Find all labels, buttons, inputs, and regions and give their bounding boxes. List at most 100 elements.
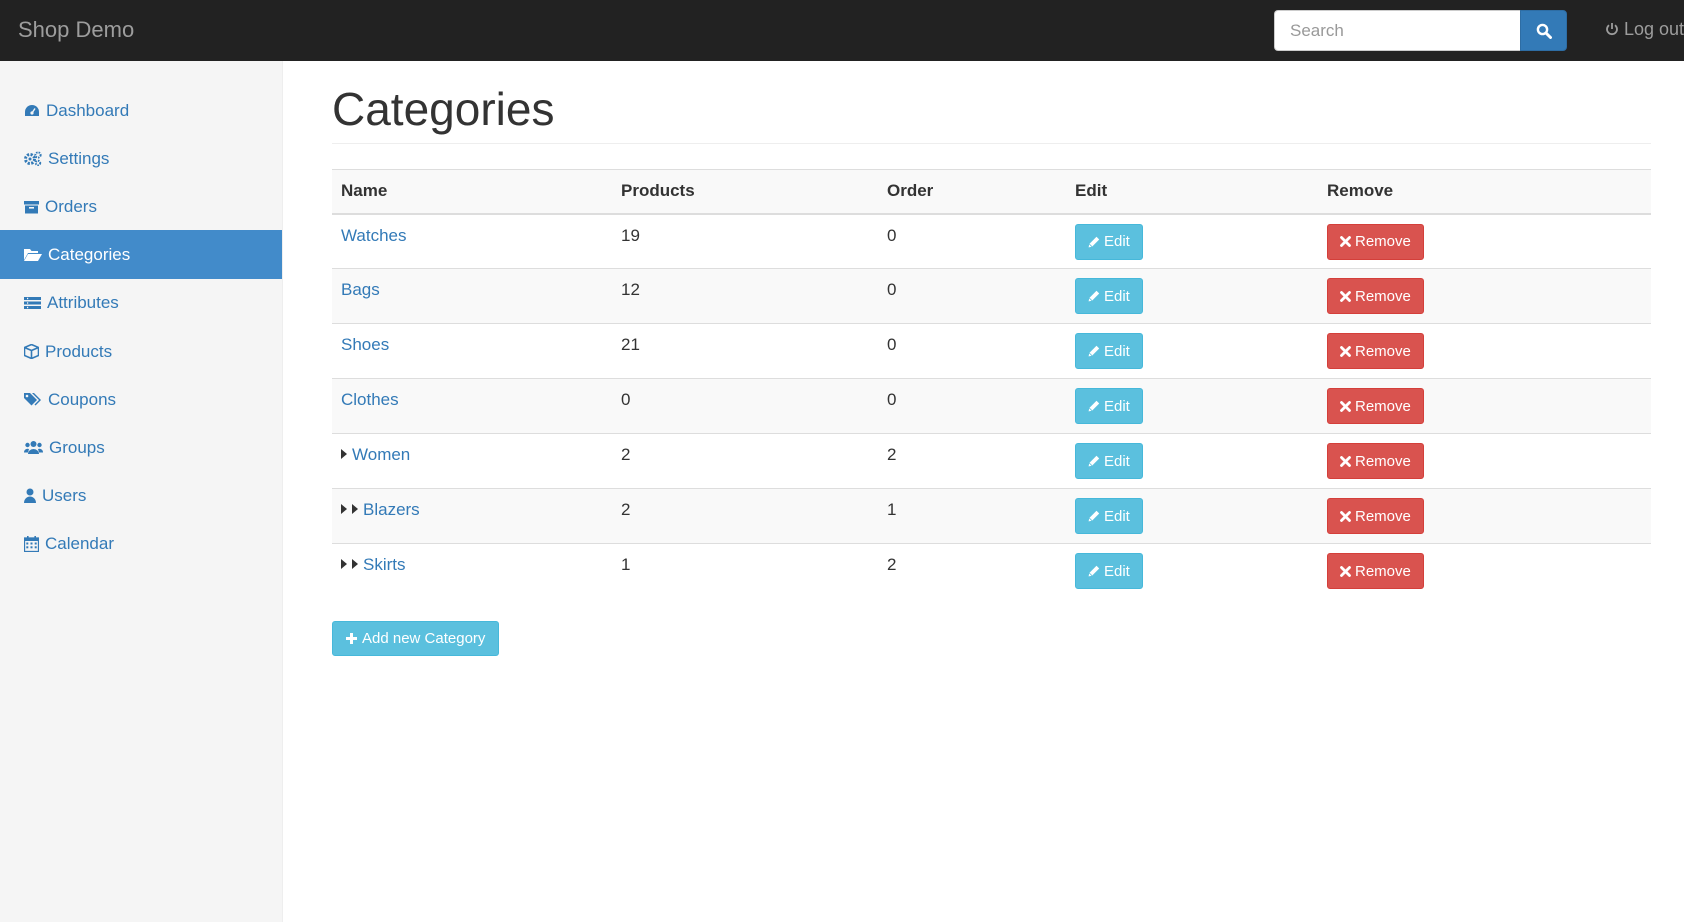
- category-name-link[interactable]: Bags: [341, 280, 380, 299]
- add-category-button[interactable]: Add new Category: [332, 621, 500, 656]
- edit-button[interactable]: Edit: [1075, 498, 1143, 534]
- cell-edit: Edit: [1066, 433, 1318, 489]
- cell-name: Watches: [332, 214, 612, 269]
- remove-button[interactable]: Remove: [1327, 553, 1424, 589]
- products-count: 21: [621, 335, 640, 354]
- caret-right-icon: [341, 449, 347, 459]
- sidebar-item-label: Dashboard: [46, 100, 130, 120]
- pencil-icon: [1088, 510, 1100, 522]
- sidebar-item-dashboard[interactable]: Dashboard: [0, 86, 282, 135]
- table-row: Bags 12 0 Edit Remove: [332, 268, 1651, 324]
- edit-button[interactable]: Edit: [1075, 388, 1143, 424]
- search-group: [1274, 10, 1567, 51]
- cell-remove: Remove: [1318, 543, 1651, 599]
- sidebar-item-settings[interactable]: Settings: [0, 134, 282, 183]
- order-value: 2: [887, 445, 897, 464]
- archive-icon: [24, 200, 39, 213]
- calendar-icon: [24, 535, 39, 552]
- caret-right-icon: [352, 504, 358, 514]
- column-header-name: Name: [332, 169, 612, 215]
- sidebar-item-groups[interactable]: Groups: [0, 423, 282, 472]
- sidebar-item-categories[interactable]: Categories: [0, 230, 282, 279]
- remove-label: Remove: [1355, 287, 1411, 305]
- column-header-edit: Edit: [1066, 169, 1318, 215]
- sidebar-item-coupons[interactable]: Coupons: [0, 375, 282, 424]
- edit-label: Edit: [1104, 233, 1130, 250]
- pencil-icon: [1088, 290, 1100, 302]
- sidebar-item-label: Calendar: [45, 533, 114, 553]
- times-icon: [1340, 565, 1351, 577]
- logout-link[interactable]: Log out: [1605, 18, 1684, 40]
- sidebar-item-label: Products: [45, 341, 113, 361]
- times-icon: [1340, 400, 1351, 412]
- order-value: 0: [887, 390, 897, 409]
- search-button[interactable]: [1520, 10, 1567, 51]
- remove-button[interactable]: Remove: [1327, 498, 1424, 534]
- search-icon: [1536, 23, 1552, 39]
- table-row: Skirts 1 2 Edit Remove: [332, 543, 1651, 599]
- column-header-remove: Remove: [1318, 169, 1651, 215]
- brand-logo[interactable]: Shop Demo: [18, 17, 134, 43]
- times-icon: [1340, 510, 1351, 522]
- sidebar-item-calendar[interactable]: Calendar: [0, 519, 282, 568]
- sidebar-item-label: Attributes: [47, 292, 119, 312]
- cell-remove: Remove: [1318, 433, 1651, 489]
- category-name-link[interactable]: Skirts: [363, 555, 406, 574]
- cell-order: 2: [878, 543, 1066, 599]
- edit-button[interactable]: Edit: [1075, 278, 1143, 314]
- cell-products: 0: [612, 378, 878, 434]
- pencil-icon: [1088, 345, 1100, 357]
- top-navbar: Shop Demo Log out: [0, 0, 1684, 61]
- category-name-link[interactable]: Shoes: [341, 335, 389, 354]
- products-count: 12: [621, 280, 640, 299]
- table-row: Shoes 21 0 Edit Remove: [332, 323, 1651, 379]
- cell-name: Bags: [332, 268, 612, 324]
- category-name-link[interactable]: Blazers: [363, 500, 420, 519]
- edit-button[interactable]: Edit: [1075, 223, 1143, 260]
- edit-label: Edit: [1104, 397, 1130, 415]
- sidebar-item-label: Groups: [49, 437, 105, 457]
- edit-button[interactable]: Edit: [1075, 553, 1143, 589]
- sidebar: Dashboard Settings Orders Categories Att…: [0, 61, 283, 922]
- remove-button[interactable]: Remove: [1327, 443, 1424, 479]
- products-count: 0: [621, 390, 631, 409]
- edit-label: Edit: [1104, 507, 1130, 525]
- user-icon: [24, 488, 36, 503]
- sidebar-item-products[interactable]: Products: [0, 327, 282, 376]
- caret-right-icon: [352, 559, 358, 569]
- category-name-link[interactable]: Women: [352, 445, 410, 464]
- sidebar-item-users[interactable]: Users: [0, 471, 282, 520]
- products-count: 1: [621, 555, 631, 574]
- edit-button[interactable]: Edit: [1075, 333, 1143, 369]
- cell-edit: Edit: [1066, 268, 1318, 324]
- cell-products: 2: [612, 488, 878, 544]
- remove-button[interactable]: Remove: [1327, 278, 1424, 314]
- remove-label: Remove: [1355, 233, 1411, 250]
- edit-button[interactable]: Edit: [1075, 443, 1143, 479]
- times-icon: [1340, 455, 1351, 467]
- pencil-icon: [1088, 565, 1100, 577]
- products-count: 2: [621, 445, 631, 464]
- sidebar-item-attributes[interactable]: Attributes: [0, 278, 282, 327]
- remove-label: Remove: [1355, 397, 1411, 415]
- category-name-link[interactable]: Watches: [341, 226, 407, 245]
- cell-order: 0: [878, 323, 1066, 379]
- caret-right-icon: [341, 559, 347, 569]
- remove-button[interactable]: Remove: [1327, 223, 1424, 260]
- sidebar-item-orders[interactable]: Orders: [0, 182, 282, 231]
- cell-edit: Edit: [1066, 488, 1318, 544]
- remove-button[interactable]: Remove: [1327, 333, 1424, 369]
- sidebar-item-label: Users: [42, 485, 87, 505]
- cell-name: Clothes: [332, 378, 612, 434]
- remove-button[interactable]: Remove: [1327, 388, 1424, 424]
- order-value: 2: [887, 555, 897, 574]
- remove-label: Remove: [1355, 507, 1411, 525]
- cell-name: Skirts: [332, 543, 612, 599]
- search-input[interactable]: [1274, 10, 1520, 51]
- column-header-order: Order: [878, 169, 1066, 215]
- gears-icon: [24, 151, 42, 166]
- pencil-icon: [1088, 455, 1100, 467]
- cell-products: 12: [612, 268, 878, 324]
- remove-label: Remove: [1355, 452, 1411, 470]
- category-name-link[interactable]: Clothes: [341, 390, 399, 409]
